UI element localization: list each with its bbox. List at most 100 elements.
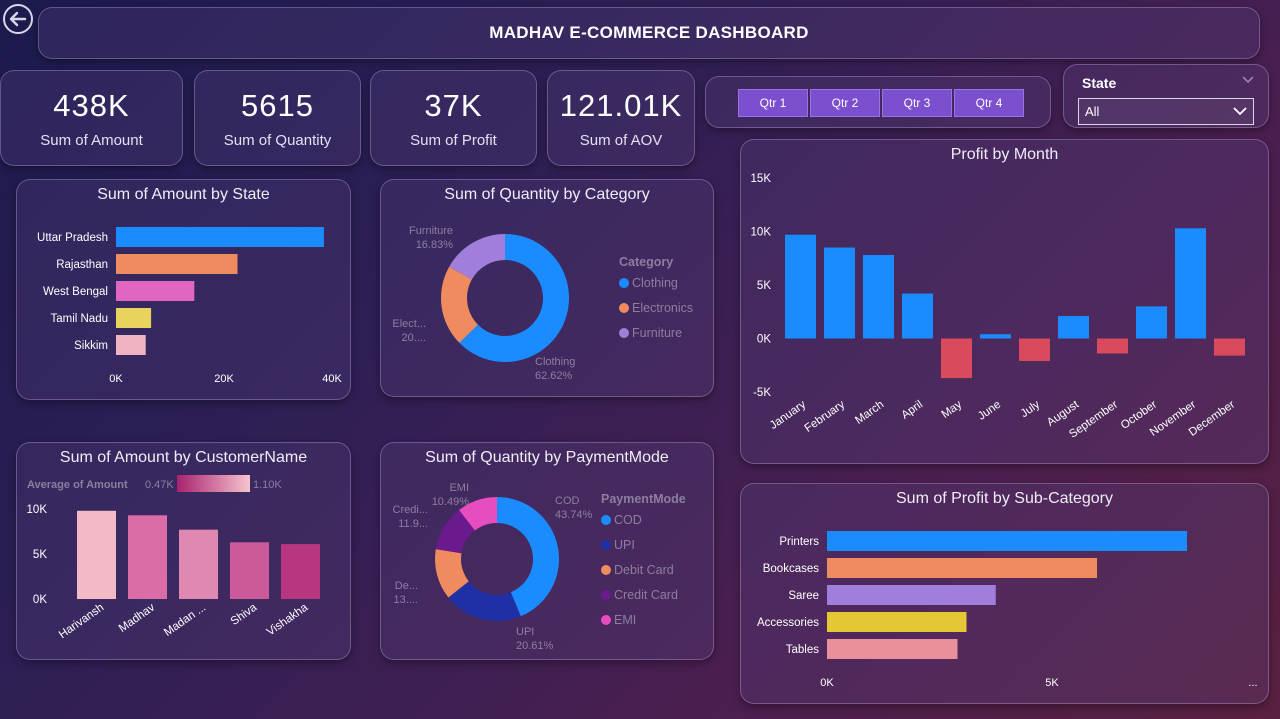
gradient-legend-label: Average of Amount bbox=[27, 479, 128, 491]
amount-by-customer-chart: Average of Amount 0.47K 1.10K 0K 5K 10K Hariva… bbox=[27, 475, 320, 642]
category-label: Tamil Nadu bbox=[50, 313, 108, 325]
legend-label: Electronics bbox=[632, 301, 693, 315]
bar bbox=[863, 255, 894, 339]
callout-label: UPI bbox=[516, 626, 534, 638]
profit-by-month-chart: -5K 0K 5K 10K 15K JanuaryFebruary March April Ma… bbox=[751, 173, 1245, 441]
legend-marker bbox=[601, 590, 611, 600]
tick-label: 0K bbox=[757, 334, 771, 346]
bar bbox=[827, 612, 967, 632]
category-label: Vishakha bbox=[265, 601, 311, 638]
arrow-left-icon bbox=[9, 11, 27, 27]
legend-label: COD bbox=[614, 513, 642, 527]
quarter-slicer: Qtr 1 Qtr 2 Qtr 3 Qtr 4 bbox=[705, 76, 1051, 128]
qtr-3-button[interactable]: Qtr 3 bbox=[882, 89, 952, 117]
state-slicer-label: State bbox=[1082, 75, 1117, 91]
legend-marker bbox=[601, 540, 611, 550]
header-bar: MADHAV E-COMMERCE DASHBOARD bbox=[38, 7, 1260, 59]
bar bbox=[116, 308, 152, 328]
state-dropdown-value: All bbox=[1085, 104, 1100, 119]
overflow-label: ... bbox=[1248, 677, 1257, 689]
qtr-1-button[interactable]: Qtr 1 bbox=[738, 89, 808, 117]
callout-label: COD bbox=[555, 495, 580, 507]
kpi-value: 121.01K bbox=[559, 87, 683, 123]
kpi-card-quantity: 5615 Sum of Quantity bbox=[194, 70, 361, 166]
chevron-down-icon bbox=[1233, 107, 1247, 116]
category-label: March bbox=[853, 399, 886, 427]
legend-label: Debit Card bbox=[614, 563, 674, 577]
state-slicer: State All bbox=[1063, 64, 1269, 128]
category-label: West Bengal bbox=[43, 286, 108, 298]
legend-marker bbox=[601, 515, 611, 525]
legend-marker bbox=[601, 615, 611, 625]
bar bbox=[77, 510, 116, 599]
category-label: July bbox=[1019, 398, 1043, 420]
bar bbox=[179, 529, 218, 599]
bar bbox=[827, 531, 1187, 551]
kpi-card-aov: 121.01K Sum of AOV bbox=[547, 70, 695, 166]
category-label: June bbox=[976, 399, 1003, 423]
bar bbox=[116, 254, 238, 274]
legend-label: Furniture bbox=[632, 326, 682, 340]
tick-label: 15K bbox=[751, 173, 772, 185]
tick-label: 5K bbox=[33, 549, 47, 561]
amount-by-customer-card: Sum of Amount by CustomerName Average of… bbox=[16, 442, 351, 660]
bar bbox=[116, 335, 146, 355]
callout-label: Elect... bbox=[392, 318, 426, 330]
quantity-by-paymentmode-card: Sum of Quantity by PaymentMode PaymentMo… bbox=[380, 442, 714, 660]
legend-title: Category bbox=[619, 255, 673, 269]
chevron-down-icon[interactable] bbox=[1242, 73, 1254, 87]
qtr-2-button[interactable]: Qtr 2 bbox=[810, 89, 880, 117]
callout-label: Furniture bbox=[409, 225, 453, 237]
amount-by-state-chart: Uttar Pradesh Rajasthan West Bengal Tamil N… bbox=[37, 227, 342, 385]
callout-percent: 20.... bbox=[402, 332, 426, 344]
callout-percent: 11.9... bbox=[398, 518, 428, 530]
qtr-4-button[interactable]: Qtr 4 bbox=[954, 89, 1024, 117]
tick-label: 5K bbox=[757, 280, 771, 292]
bar bbox=[827, 639, 958, 659]
callout-percent: 43.74% bbox=[555, 509, 593, 521]
category-label: April bbox=[899, 399, 925, 422]
tick-label: 0K bbox=[109, 373, 123, 385]
bar bbox=[1097, 338, 1128, 354]
legend-title: PaymentMode bbox=[601, 492, 686, 506]
state-dropdown[interactable]: All bbox=[1078, 98, 1254, 125]
bar bbox=[281, 544, 320, 599]
legend-marker bbox=[619, 278, 629, 288]
tick-label: 10K bbox=[751, 227, 772, 239]
gradient-legend-max: 1.10K bbox=[253, 479, 282, 491]
callout-label: Credi... bbox=[393, 504, 428, 516]
bar bbox=[1214, 338, 1245, 356]
category-label: Uttar Pradesh bbox=[37, 232, 108, 244]
back-button[interactable] bbox=[3, 4, 33, 34]
kpi-label: Sum of Quantity bbox=[223, 131, 332, 149]
bar bbox=[827, 558, 1097, 578]
bar bbox=[980, 334, 1011, 339]
bar bbox=[1136, 306, 1167, 339]
category-label: Bookcases bbox=[763, 563, 820, 575]
quantity-by-category-chart: Category Clothing Electronics Furniture Furn… bbox=[392, 225, 693, 382]
category-label: Saree bbox=[788, 590, 819, 602]
category-label: Sikkim bbox=[74, 340, 108, 352]
category-label: February bbox=[803, 398, 848, 434]
category-label: May bbox=[940, 398, 965, 420]
bar bbox=[1175, 228, 1206, 339]
category-label: Rajasthan bbox=[56, 259, 108, 271]
kpi-value: 438K bbox=[53, 87, 130, 123]
bar bbox=[116, 281, 195, 301]
callout-label: Clothing bbox=[535, 356, 575, 368]
callout-percent: 10.49% bbox=[432, 496, 470, 508]
category-label: Madhav bbox=[117, 601, 158, 634]
bar bbox=[1058, 316, 1089, 339]
profit-by-month-card: Profit by Month -5K 0K 5K 10K 15K January Febr… bbox=[740, 139, 1269, 464]
callout-label: EMI bbox=[449, 482, 469, 494]
category-label: Harivansh bbox=[57, 602, 106, 642]
bar bbox=[941, 338, 972, 379]
category-label: Shiva bbox=[229, 601, 260, 628]
legend-label: EMI bbox=[614, 613, 636, 627]
callout-percent: 16.83% bbox=[416, 239, 454, 251]
kpi-value: 37K bbox=[424, 87, 483, 123]
bar bbox=[824, 247, 855, 339]
category-label: Madan ... bbox=[162, 602, 208, 639]
page-title: MADHAV E-COMMERCE DASHBOARD bbox=[489, 23, 809, 42]
kpi-label: Sum of AOV bbox=[579, 131, 663, 149]
